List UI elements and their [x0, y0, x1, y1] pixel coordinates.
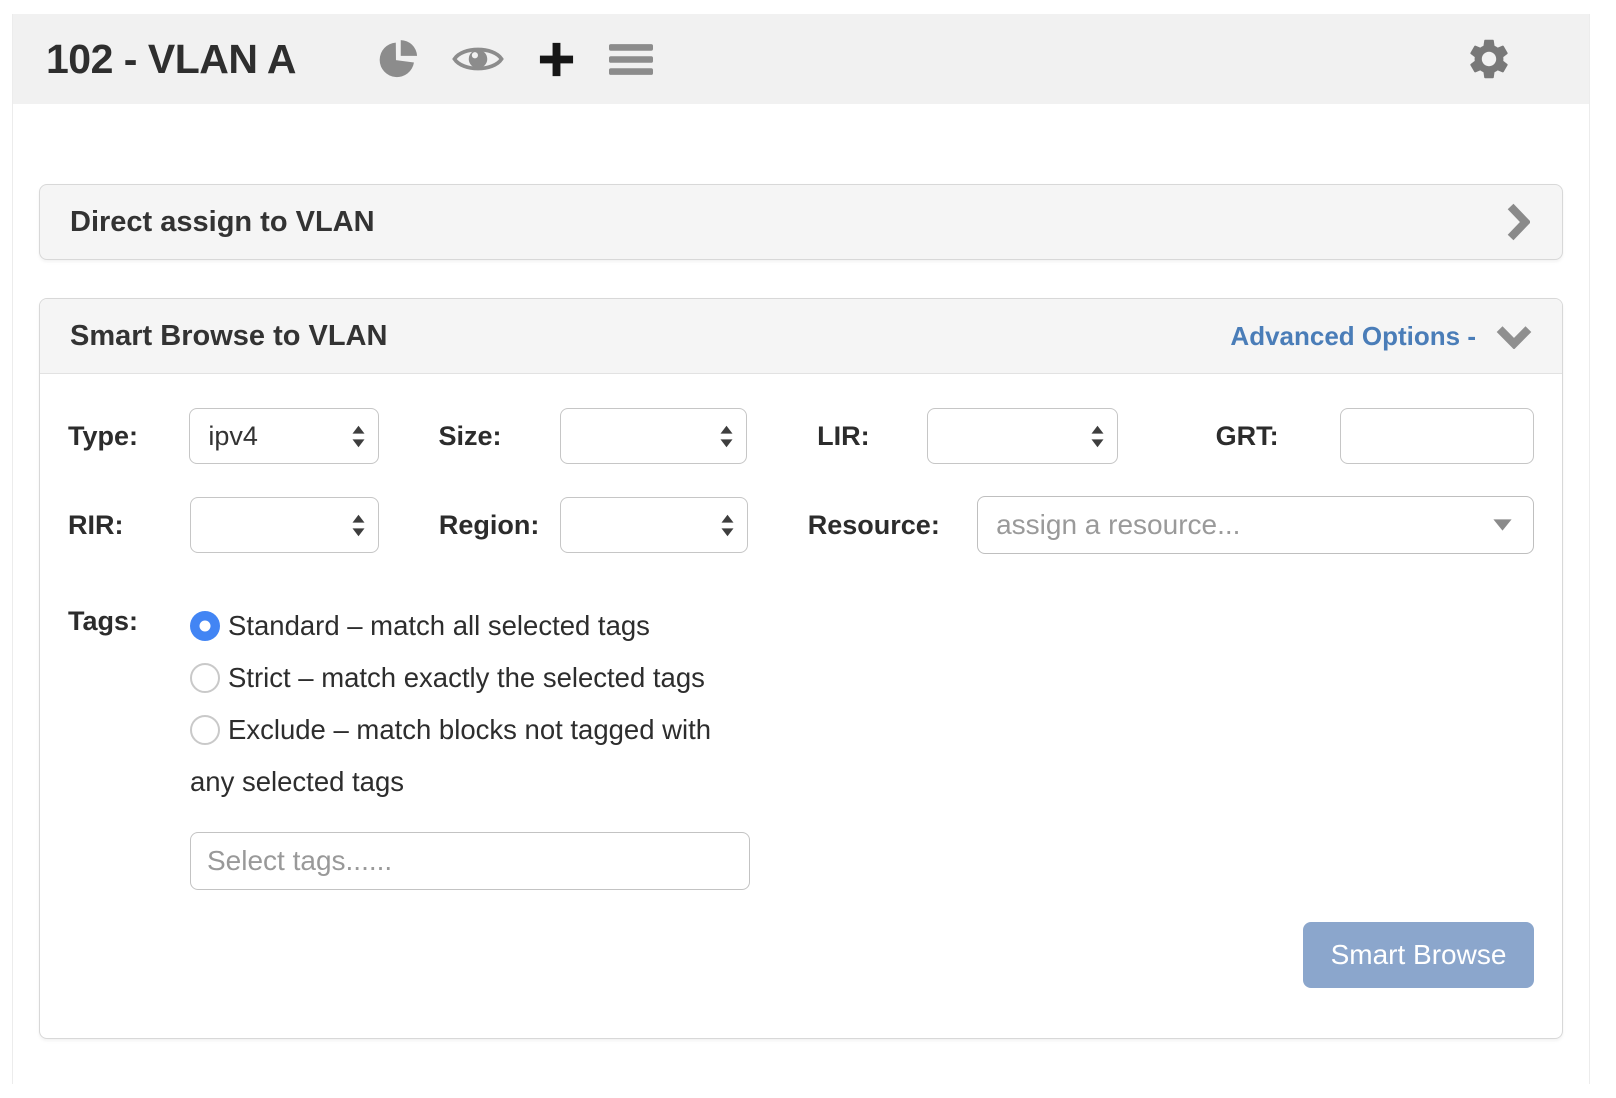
menu-icon[interactable] [609, 41, 653, 78]
region-select[interactable] [560, 497, 747, 553]
chevron-right-icon[interactable] [1505, 203, 1530, 241]
type-select-value: ipv4 [208, 421, 350, 452]
resource-placeholder: assign a resource... [996, 509, 1492, 541]
size-select[interactable] [560, 408, 747, 464]
select-spinner-icon [1090, 424, 1105, 449]
page-container: 102 - VLAN A [12, 14, 1590, 1084]
resource-combobox[interactable]: assign a resource... [977, 496, 1534, 554]
smart-browse-button[interactable]: Smart Browse [1303, 922, 1534, 988]
smart-browse-form: Type: ipv4 Size: LIR: [40, 374, 1562, 1038]
chevron-down-icon[interactable] [1496, 324, 1532, 349]
radio-option-strict[interactable]: Strict – match exactly the selected tags [190, 652, 750, 704]
tags-label: Tags: [68, 606, 138, 636]
region-label: Region: [439, 510, 561, 541]
grt-input[interactable] [1340, 408, 1534, 464]
direct-assign-title: Direct assign to VLAN [70, 206, 375, 239]
type-select[interactable]: ipv4 [189, 408, 378, 464]
page-title: 102 - VLAN A [46, 36, 296, 83]
titlebar-actions [376, 37, 653, 81]
advanced-options-link[interactable]: Advanced Options - [1230, 321, 1476, 352]
select-spinner-icon [351, 424, 366, 449]
lir-label: LIR: [817, 421, 926, 452]
resource-label: Resource: [808, 510, 977, 541]
plus-icon[interactable] [536, 39, 577, 80]
lir-select[interactable] [927, 408, 1118, 464]
radio-unselected-icon [190, 715, 220, 745]
grt-label: GRT: [1216, 421, 1340, 452]
radio-option-standard[interactable]: Standard – match all selected tags [190, 600, 750, 652]
size-label: Size: [439, 421, 560, 452]
eye-icon[interactable] [452, 42, 504, 76]
direct-assign-panel[interactable]: Direct assign to VLAN [39, 184, 1563, 260]
radio-option-label: Strict – match exactly the selected tags [228, 662, 705, 693]
rir-label: RIR: [68, 510, 190, 541]
select-spinner-icon [351, 513, 366, 538]
radio-unselected-icon [190, 663, 220, 693]
rir-select[interactable] [190, 497, 379, 553]
select-spinner-icon [720, 513, 735, 538]
pie-chart-icon[interactable] [376, 37, 420, 81]
radio-selected-icon [190, 611, 220, 641]
tags-radio-group: Standard – match all selected tags Stric… [190, 600, 750, 808]
radio-option-exclude[interactable]: Exclude – match blocks not tagged with a… [190, 704, 750, 808]
type-label: Type: [68, 421, 189, 452]
caret-down-icon [1492, 518, 1513, 532]
radio-option-label: Exclude – match blocks not tagged with a… [190, 714, 711, 797]
tags-input[interactable] [190, 832, 750, 890]
gear-icon[interactable] [1465, 35, 1513, 83]
select-spinner-icon [719, 424, 734, 449]
smart-browse-panel: Smart Browse to VLAN Advanced Options - … [39, 298, 1563, 1039]
titlebar: 102 - VLAN A [13, 14, 1589, 104]
smart-browse-title: Smart Browse to VLAN [70, 320, 387, 353]
smart-browse-header: Smart Browse to VLAN Advanced Options - [40, 299, 1562, 374]
radio-option-label: Standard – match all selected tags [228, 610, 650, 641]
